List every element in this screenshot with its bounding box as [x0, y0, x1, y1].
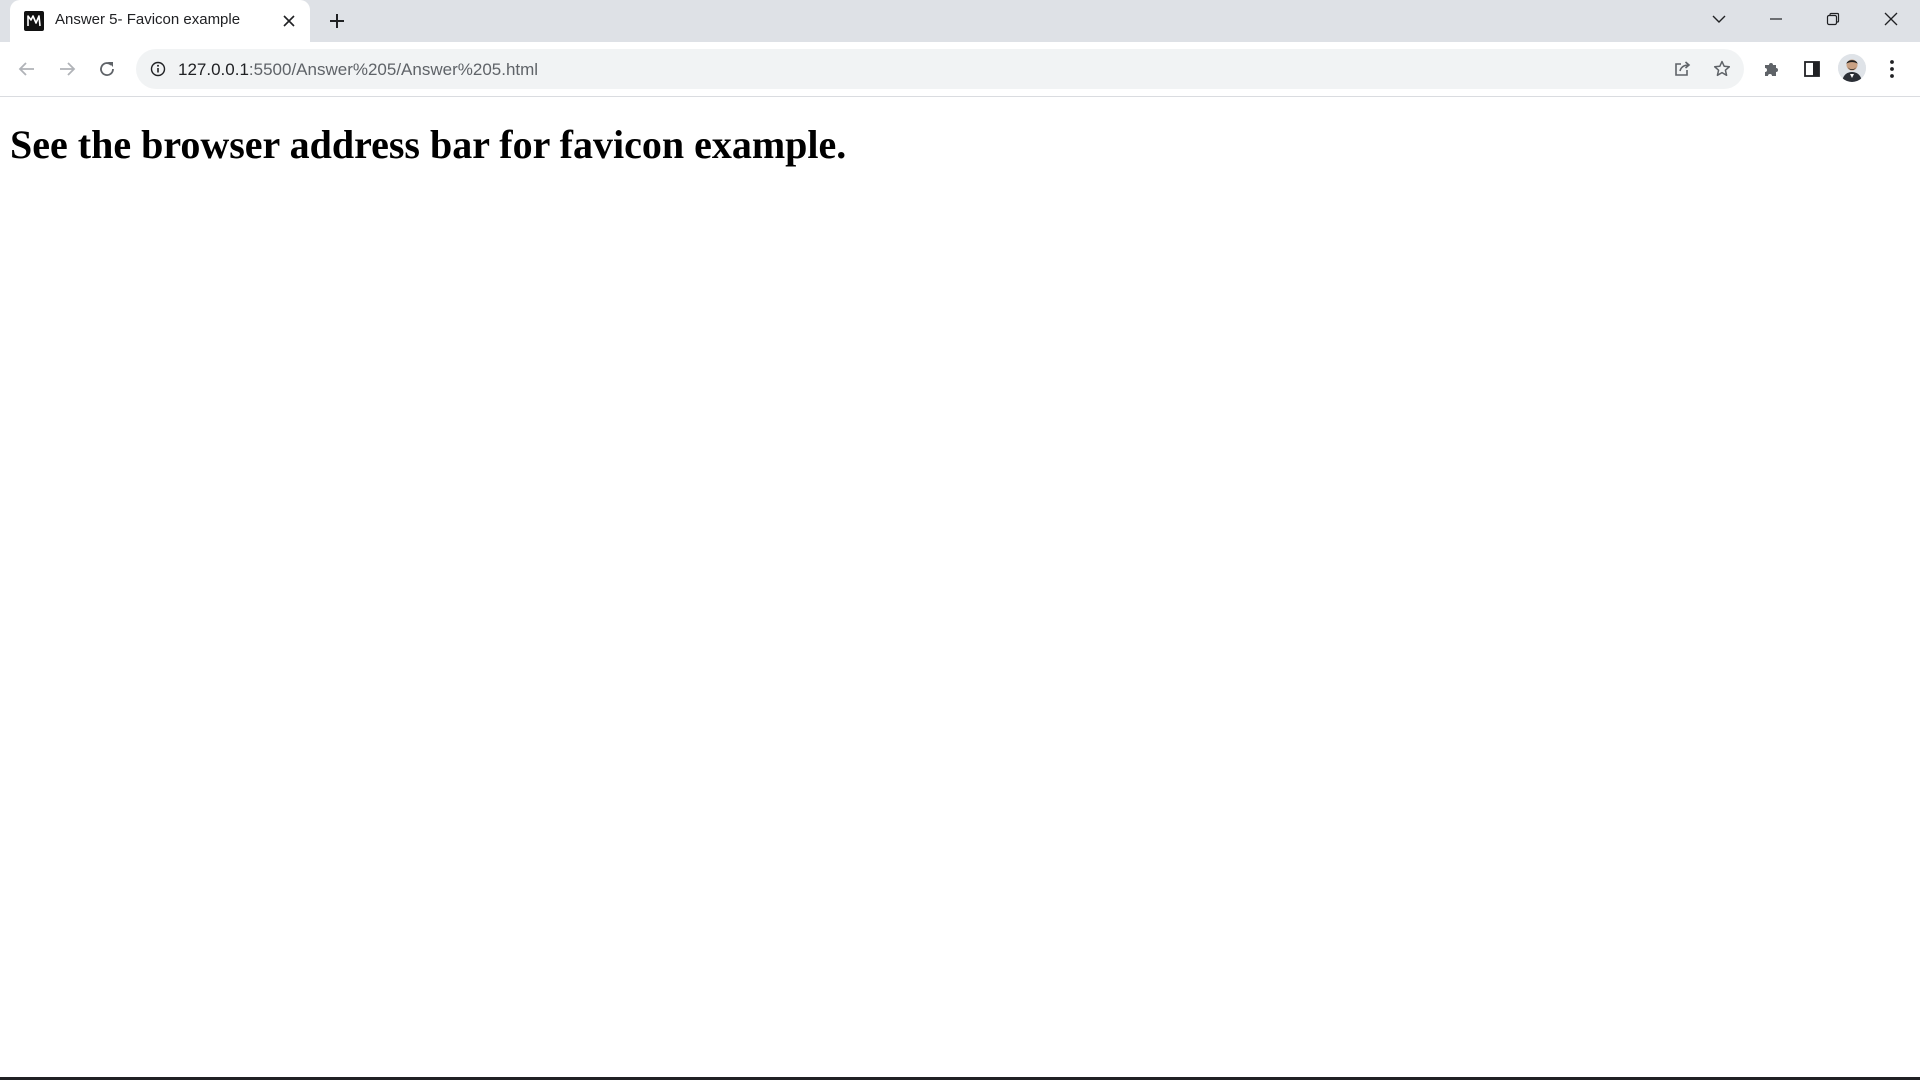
- avatar-icon: [1838, 54, 1866, 82]
- profile-button[interactable]: [1838, 54, 1866, 82]
- tab-close-icon[interactable]: [278, 10, 300, 32]
- restore-icon: [1826, 12, 1840, 26]
- km-logo-icon: [24, 11, 44, 31]
- page-heading: See the browser address bar for favicon …: [10, 122, 847, 167]
- restore-button[interactable]: [1804, 0, 1862, 38]
- minimize-button[interactable]: [1747, 0, 1805, 38]
- info-icon[interactable]: [148, 59, 168, 79]
- window-close-button[interactable]: [1862, 0, 1920, 38]
- extensions-button[interactable]: [1756, 53, 1788, 85]
- star-icon: [1713, 60, 1731, 77]
- side-panel-icon: [1804, 61, 1820, 77]
- chevron-down-icon: [1712, 15, 1726, 23]
- kebab-menu-icon: [1890, 60, 1894, 78]
- tab-title: Answer 5- Favicon example: [55, 11, 241, 28]
- bookmark-button[interactable]: [1707, 54, 1737, 84]
- new-tab-button[interactable]: [322, 9, 352, 33]
- reload-button[interactable]: [91, 53, 123, 85]
- page-content: See the browser address bar for favicon …: [0, 97, 1920, 1077]
- toolbar: 127.0.0.1:5500/Answer%205/Answer%205.htm…: [0, 42, 1920, 97]
- back-button[interactable]: [11, 53, 43, 85]
- address-bar[interactable]: 127.0.0.1:5500/Answer%205/Answer%205.htm…: [136, 49, 1744, 89]
- reload-icon: [100, 62, 114, 76]
- forward-button[interactable]: [51, 53, 83, 85]
- arrow-left-icon: [18, 62, 34, 76]
- tab-search-button[interactable]: [1690, 0, 1748, 38]
- plus-icon: [330, 14, 344, 28]
- share-icon: [1675, 61, 1691, 76]
- arrow-right-icon: [60, 62, 76, 76]
- menu-button[interactable]: [1876, 53, 1908, 85]
- puzzle-icon: [1765, 63, 1778, 76]
- tab-active[interactable]: Answer 5- Favicon example: [10, 0, 310, 42]
- address-path: :5500/Answer%205/Answer%205.html: [248, 60, 539, 79]
- share-button[interactable]: [1667, 54, 1697, 84]
- address-host: 127.0.0.1: [178, 60, 249, 79]
- tab-strip: Answer 5- Favicon example: [0, 0, 1920, 42]
- browser-window: Answer 5- Favicon example 127.0.0.1:5500…: [0, 0, 1920, 1080]
- side-panel-button[interactable]: [1796, 53, 1828, 85]
- minimize-icon: [1770, 18, 1782, 20]
- address-text[interactable]: 127.0.0.1:5500/Answer%205/Answer%205.htm…: [178, 60, 538, 80]
- close-icon: [1884, 12, 1898, 26]
